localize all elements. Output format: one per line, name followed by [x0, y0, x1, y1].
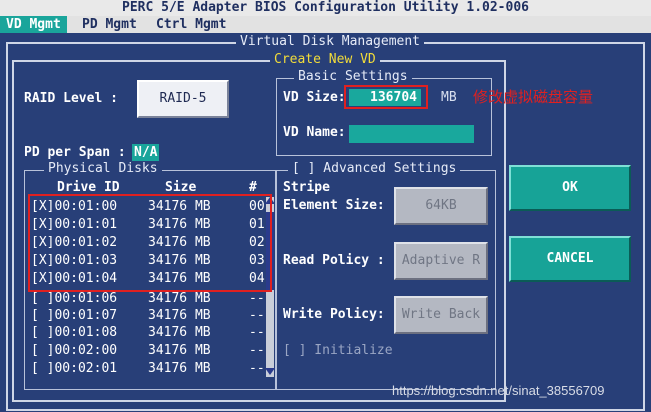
- watermark: https://blog.csdn.net/sinat_38556709: [392, 383, 605, 398]
- annotation-text: 修改虚拟磁盘容量: [473, 88, 594, 106]
- drive-check: [ ]: [31, 291, 55, 306]
- scroll-down-arrow-icon[interactable]: [265, 368, 275, 375]
- raid-level-label: RAID Level :: [24, 91, 118, 106]
- drive-row[interactable]: [ ]00:02:00 34176 MB --: [31, 342, 265, 359]
- drive-size: 34176 MB: [148, 291, 211, 306]
- window-title: PERC 5/E Adapter BIOS Configuration Util…: [122, 0, 529, 15]
- ok-button[interactable]: OK: [509, 165, 631, 211]
- drive-num: --: [249, 308, 265, 323]
- basic-settings-title: Basic Settings: [294, 70, 412, 84]
- drive-size: 34176 MB: [148, 325, 211, 340]
- drive-check: [ ]: [31, 325, 55, 340]
- drive-id: 00:02:00: [54, 343, 118, 358]
- create-vd-title: Create New VD: [270, 53, 380, 67]
- write-policy-button[interactable]: Write Back: [394, 296, 488, 334]
- drive-num: --: [249, 291, 265, 306]
- initialize-checkbox[interactable]: [ ] Initialize: [283, 343, 393, 359]
- drive-row[interactable]: [ ]00:01:06 34176 MB --: [31, 290, 265, 307]
- tab-pd-mgmt[interactable]: PD Mgmt: [76, 16, 143, 33]
- read-policy-button[interactable]: Adaptive R: [394, 242, 488, 280]
- drive-size: 34176 MB: [148, 361, 211, 376]
- pd-per-span-value[interactable]: N/A: [132, 144, 160, 161]
- drive-check: [ ]: [31, 343, 55, 358]
- drive-num: --: [249, 361, 265, 376]
- selected-disks-highlight: [28, 194, 272, 292]
- read-policy-label: Read Policy :: [283, 253, 385, 268]
- drive-id: 00:02:01: [54, 361, 118, 376]
- tab-vd-mgmt[interactable]: VD Mgmt: [0, 16, 67, 33]
- vd-size-unit: MB: [441, 90, 457, 105]
- drive-check: [ ]: [31, 308, 55, 323]
- physical-disks-title: Physical Disks: [44, 162, 162, 176]
- drive-id: 00:01:07: [54, 308, 118, 323]
- drive-row[interactable]: [ ]00:02:01 34176 MB --: [31, 360, 265, 377]
- drive-num: --: [249, 325, 265, 340]
- raid-level-button[interactable]: RAID-5: [137, 80, 229, 118]
- vd-size-label: VD Size:: [283, 90, 346, 105]
- drive-num: --: [249, 343, 265, 358]
- cancel-button[interactable]: CANCEL: [509, 236, 631, 282]
- tab-ctrl-mgmt[interactable]: Ctrl Mgmt: [150, 16, 232, 33]
- drive-check: [ ]: [31, 361, 55, 376]
- stripe-label: Stripe: [283, 180, 330, 195]
- drive-id: 00:01:06: [54, 291, 118, 306]
- vd-name-input[interactable]: [349, 125, 474, 143]
- advanced-settings-title[interactable]: [ ] Advanced Settings: [288, 162, 461, 176]
- drive-row[interactable]: [ ]00:01:08 34176 MB --: [31, 324, 265, 341]
- element-size-label: Element Size:: [283, 198, 385, 213]
- drive-row[interactable]: [ ]00:01:07 34176 MB --: [31, 307, 265, 324]
- vd-size-highlight: [344, 85, 428, 109]
- vd-name-label: VD Name:: [283, 125, 346, 140]
- drive-id: 00:01:08: [54, 325, 118, 340]
- write-policy-label: Write Policy:: [283, 307, 385, 322]
- stripe-size-button[interactable]: 64KB: [394, 187, 488, 225]
- pd-per-span-label: PD per Span :: [24, 145, 126, 160]
- drive-size: 34176 MB: [148, 308, 211, 323]
- vdm-title: Virtual Disk Management: [236, 35, 425, 49]
- drive-size: 34176 MB: [148, 343, 211, 358]
